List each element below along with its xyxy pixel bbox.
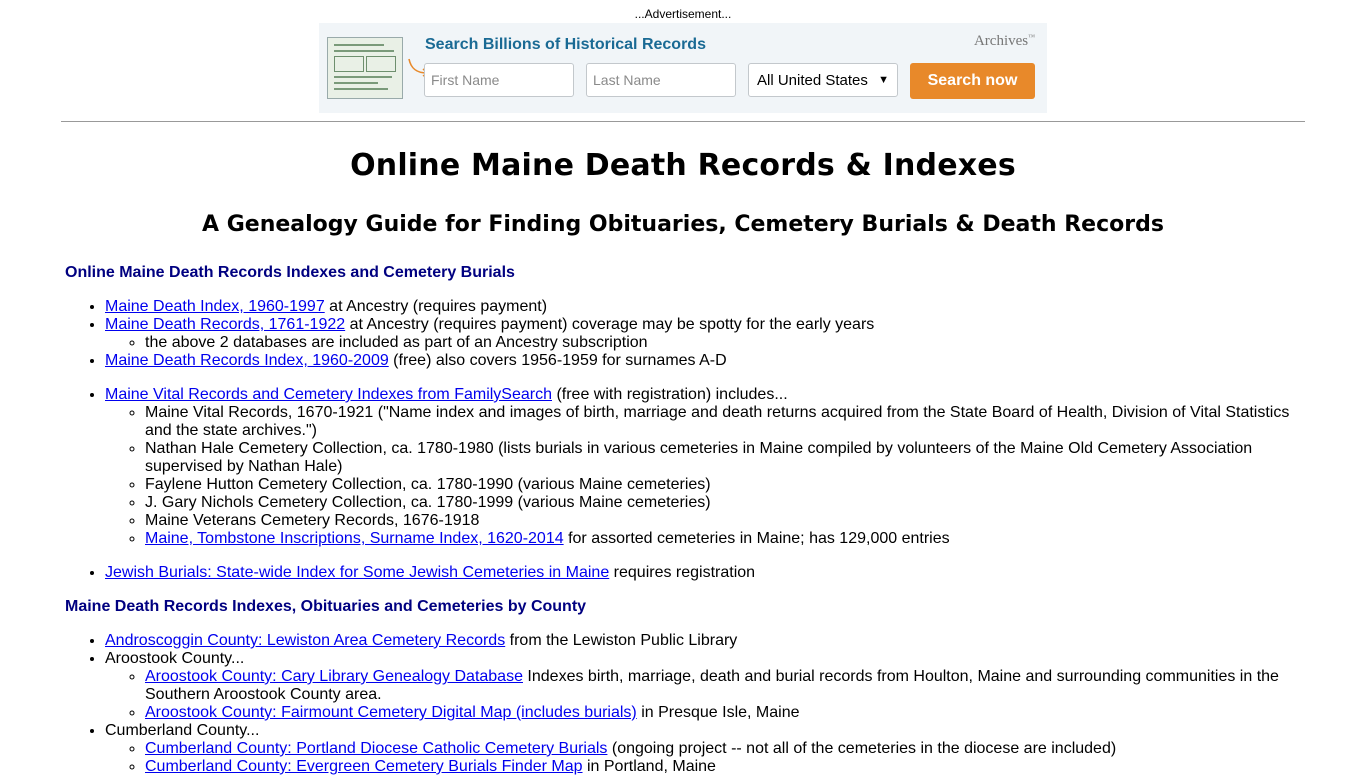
list-item: Nathan Hale Cemetery Collection, ca. 178… bbox=[145, 440, 1305, 476]
online-index-list-2: Maine Vital Records and Cemetery Indexes… bbox=[65, 386, 1305, 548]
location-select-value: All United States bbox=[757, 71, 868, 89]
main-content: Online Maine Death Records Indexes and C… bbox=[65, 264, 1305, 776]
link-androscoggin-lewiston-cemetery[interactable]: Androscoggin County: Lewiston Area Cemet… bbox=[105, 632, 505, 649]
list-item: Maine Vital Records and Cemetery Indexes… bbox=[105, 386, 1305, 548]
list-item: Aroostook County... Aroostook County: Ca… bbox=[105, 650, 1305, 722]
location-select[interactable]: All United States ▼ bbox=[748, 63, 898, 97]
list-item: Maine Death Records, 1761-1922 at Ancest… bbox=[105, 316, 1305, 352]
link-cumberland-portland-diocese[interactable]: Cumberland County: Portland Diocese Cath… bbox=[145, 740, 607, 757]
advertisement-banner[interactable]: Search Billions of Historical Records Ar… bbox=[319, 23, 1047, 113]
county-label-aroostook: Aroostook County... bbox=[105, 650, 245, 667]
list-item: Jewish Burials: State-wide Index for Som… bbox=[105, 564, 1305, 582]
ad-title: Search Billions of Historical Records bbox=[425, 36, 706, 53]
section-heading-by-county: Maine Death Records Indexes, Obituaries … bbox=[65, 598, 587, 615]
ad-brand-logo: Archives™ bbox=[973, 33, 1035, 49]
online-index-list-3: Jewish Burials: State-wide Index for Som… bbox=[65, 564, 1305, 582]
page-subtitle: A Genealogy Guide for Finding Obituaries… bbox=[202, 212, 1164, 237]
advertisement-label: ...Advertisement... bbox=[634, 7, 732, 21]
page-title: Online Maine Death Records & Indexes bbox=[350, 148, 1016, 183]
link-familysearch-vital-records[interactable]: Maine Vital Records and Cemetery Indexes… bbox=[105, 386, 552, 403]
horizontal-divider bbox=[61, 121, 1305, 122]
list-item: Aroostook County: Cary Library Genealogy… bbox=[145, 668, 1305, 704]
link-maine-death-records-index-1960-2009[interactable]: Maine Death Records Index, 1960-2009 bbox=[105, 352, 389, 369]
link-maine-death-index-1960-1997[interactable]: Maine Death Index, 1960-1997 bbox=[105, 298, 325, 315]
chevron-down-icon: ▼ bbox=[878, 74, 889, 86]
list-item: Cumberland County: Portland Diocese Cath… bbox=[145, 740, 1305, 758]
link-maine-death-records-1761-1922[interactable]: Maine Death Records, 1761-1922 bbox=[105, 316, 345, 333]
search-now-button[interactable]: Search now bbox=[910, 63, 1035, 99]
county-list: Androscoggin County: Lewiston Area Cemet… bbox=[65, 632, 1305, 776]
list-item: Androscoggin County: Lewiston Area Cemet… bbox=[105, 632, 1305, 650]
section-heading-online-indexes: Online Maine Death Records Indexes and C… bbox=[65, 264, 515, 281]
list-item: Maine Death Records Index, 1960-2009 (fr… bbox=[105, 352, 1305, 370]
record-document-thumbnail bbox=[327, 37, 403, 99]
link-aroostook-fairmount-cemetery[interactable]: Aroostook County: Fairmount Cemetery Dig… bbox=[145, 704, 637, 721]
link-cumberland-evergreen-cemetery[interactable]: Cumberland County: Evergreen Cemetery Bu… bbox=[145, 758, 583, 775]
last-name-input[interactable] bbox=[586, 63, 736, 97]
list-item: Cumberland County: Evergreen Cemetery Bu… bbox=[145, 758, 1305, 776]
link-aroostook-cary-library[interactable]: Aroostook County: Cary Library Genealogy… bbox=[145, 668, 523, 685]
list-item: Maine Death Index, 1960-1997 at Ancestry… bbox=[105, 298, 1305, 316]
link-jewish-burials[interactable]: Jewish Burials: State-wide Index for Som… bbox=[105, 564, 609, 581]
online-index-list-1: Maine Death Index, 1960-1997 at Ancestry… bbox=[65, 298, 1305, 370]
list-item: J. Gary Nichols Cemetery Collection, ca.… bbox=[145, 494, 1305, 512]
list-item: Faylene Hutton Cemetery Collection, ca. … bbox=[145, 476, 1305, 494]
county-label-cumberland: Cumberland County... bbox=[105, 722, 260, 739]
list-item: Maine, Tombstone Inscriptions, Surname I… bbox=[145, 530, 1305, 548]
link-maine-tombstone-inscriptions[interactable]: Maine, Tombstone Inscriptions, Surname I… bbox=[145, 530, 564, 547]
first-name-input[interactable] bbox=[424, 63, 574, 97]
list-item: Aroostook County: Fairmount Cemetery Dig… bbox=[145, 704, 1305, 722]
list-item: the above 2 databases are included as pa… bbox=[145, 334, 1305, 352]
list-item: Maine Veterans Cemetery Records, 1676-19… bbox=[145, 512, 1305, 530]
list-item: Maine Vital Records, 1670-1921 ("Name in… bbox=[145, 404, 1305, 440]
